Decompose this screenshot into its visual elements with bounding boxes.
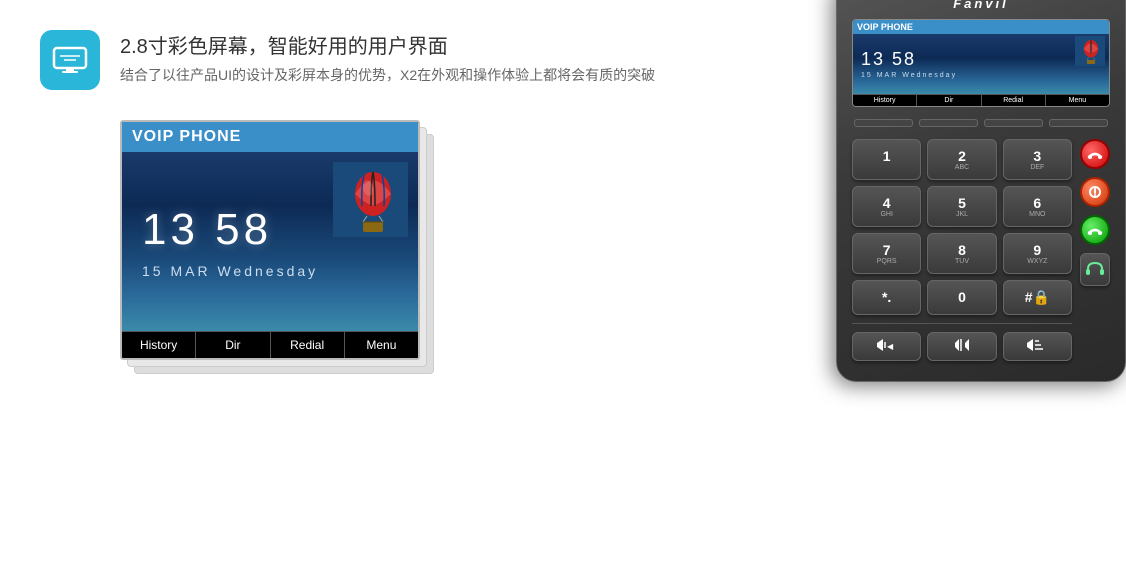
keypad-section: 1 2ABC 3DEF 4GHI 5JKL 6MNO 7PQRS 8TUV — [852, 139, 1110, 361]
mini-screen-footer: History Dir Redial Menu — [853, 94, 1109, 106]
call-button[interactable] — [1080, 215, 1110, 245]
key-2[interactable]: 2ABC — [927, 139, 996, 180]
hold-icon — [1088, 185, 1102, 199]
screen-btn-dir: Dir — [196, 332, 270, 358]
key-hash[interactable]: #🔒 — [1003, 280, 1072, 315]
key-5[interactable]: 5JKL — [927, 186, 996, 227]
key-1[interactable]: 1 — [852, 139, 921, 180]
screen-body: 13 58 15 MAR Wednesday — [122, 152, 418, 331]
key-8[interactable]: 8TUV — [927, 233, 996, 274]
screen-main: VOIP PHONE — [120, 120, 420, 360]
action-buttons-column — [1080, 139, 1110, 361]
call-icon — [1087, 225, 1103, 235]
keypad-divider — [852, 323, 1072, 324]
screen-mockup: VOIP PHONE — [120, 120, 440, 380]
hangup-icon — [1087, 149, 1103, 159]
soft-key-2[interactable] — [919, 119, 978, 127]
feature-title: 2.8寸彩色屏幕，智能好用的用户界面 — [120, 30, 655, 59]
soft-keys-row — [852, 119, 1110, 127]
mute-icon — [952, 339, 972, 351]
mini-screen-date: 15 MAR Wednesday — [857, 72, 1105, 79]
feature-desc: 结合了以往产品UI的设计及彩屏本身的优势，X2在外观和操作体验上都将会有质的突破 — [120, 65, 655, 85]
mini-btn-dir: Dir — [917, 95, 981, 106]
key-9[interactable]: 9WXYZ — [1003, 233, 1072, 274]
key-0[interactable]: 0 — [927, 280, 996, 315]
vol-up-btn[interactable] — [1003, 332, 1072, 361]
svg-text:◀: ◀ — [887, 342, 894, 351]
screen-icon — [52, 46, 88, 74]
screen-btn-menu: Menu — [345, 332, 418, 358]
mini-btn-redial: Redial — [982, 95, 1046, 106]
hold-button[interactable] — [1080, 177, 1110, 207]
screen-time: 13 58 — [122, 205, 272, 255]
screen-date: 15 MAR Wednesday — [122, 263, 318, 279]
keypad-row-1: 1 2ABC 3DEF — [852, 139, 1072, 180]
keypad-row-4: *. 0 #🔒 — [852, 280, 1072, 315]
soft-key-1[interactable] — [854, 119, 913, 127]
mini-btn-menu: Menu — [1046, 95, 1109, 106]
main-content: VOIP PHONE — [0, 110, 1126, 380]
key-7[interactable]: 7PQRS — [852, 233, 921, 274]
mini-screen-time: 13 58 — [857, 49, 1105, 70]
screen-footer: History Dir Redial Menu — [122, 331, 418, 358]
feature-text: 2.8寸彩色屏幕，智能好用的用户界面 结合了以往产品UI的设计及彩屏本身的优势，… — [120, 30, 655, 85]
mini-btn-history: History — [853, 95, 917, 106]
vol-down-icon: ◀ — [877, 339, 897, 351]
mini-balloon-illustration — [1075, 36, 1105, 66]
phone-device: Fanvil VOIP PHONE 13 — [836, 0, 1126, 382]
phone-body: Fanvil VOIP PHONE 13 — [836, 0, 1126, 382]
screen-header: VOIP PHONE — [122, 122, 418, 152]
bottom-row: ◀ — [852, 332, 1072, 361]
phone-screen-inner: VOIP PHONE — [122, 122, 418, 358]
soft-key-3[interactable] — [984, 119, 1043, 127]
hangup-button[interactable] — [1080, 139, 1110, 169]
vol-up-icon — [1027, 339, 1047, 351]
headset-icon — [1085, 260, 1105, 276]
phone-mini-screen: VOIP PHONE 13 58 15 MAR Wednesd — [852, 19, 1110, 107]
mini-screen-body: 13 58 15 MAR Wednesday — [853, 34, 1109, 94]
balloon-illustration — [333, 162, 408, 237]
headset-button[interactable] — [1080, 253, 1110, 286]
vol-down-btn[interactable]: ◀ — [852, 332, 921, 361]
key-4[interactable]: 4GHI — [852, 186, 921, 227]
key-3[interactable]: 3DEF — [1003, 139, 1072, 180]
mini-screen-header: VOIP PHONE — [853, 20, 1109, 34]
key-star[interactable]: *. — [852, 280, 921, 315]
key-6[interactable]: 6MNO — [1003, 186, 1072, 227]
mute-btn[interactable] — [927, 332, 996, 361]
soft-key-4[interactable] — [1049, 119, 1108, 127]
keypad-row-2: 4GHI 5JKL 6MNO — [852, 186, 1072, 227]
screen-btn-redial: Redial — [271, 332, 345, 358]
feature-icon — [40, 30, 100, 90]
keypad-grid-wrapper: 1 2ABC 3DEF 4GHI 5JKL 6MNO 7PQRS 8TUV — [852, 139, 1072, 361]
keypad-row-3: 7PQRS 8TUV 9WXYZ — [852, 233, 1072, 274]
phone-brand: Fanvil — [852, 0, 1110, 11]
screen-btn-history: History — [122, 332, 196, 358]
